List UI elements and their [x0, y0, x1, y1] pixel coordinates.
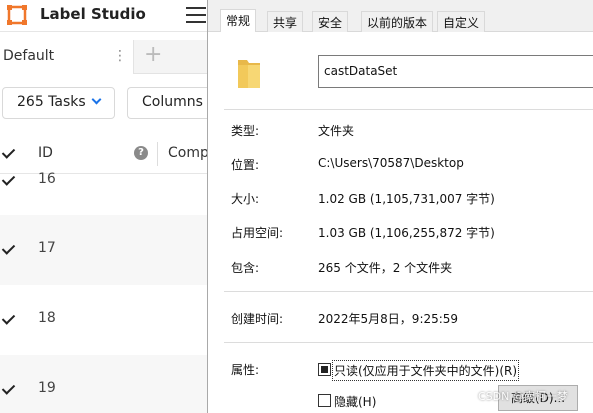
help-icon[interactable]: ?: [134, 146, 148, 160]
readonly-label[interactable]: 只读(仅应用于文件夹中的文件)(R): [331, 360, 520, 381]
disk-size-label: 占用空间:: [231, 226, 284, 240]
hidden-label[interactable]: 隐藏(H): [334, 393, 376, 410]
row-checkbox[interactable]: [1, 173, 15, 187]
dialog-tab-strip: 常规 共享 安全 以前的版本 自定义: [208, 0, 593, 32]
folder-icon: [238, 60, 260, 88]
tab-options-icon[interactable]: ⋮: [113, 48, 127, 64]
created-label: 创建时间:: [231, 312, 284, 326]
created-value: 2022年5月8日，9:25:59: [318, 312, 459, 326]
tab-sharing[interactable]: 共享: [267, 11, 304, 32]
contains-label: 包含:: [231, 261, 260, 275]
location-value: C:\Users\70587\Desktop: [318, 156, 464, 170]
size-label: 大小:: [231, 192, 260, 206]
divider: [224, 342, 593, 343]
row-id: 16: [38, 171, 56, 187]
columns-button[interactable]: Columns: [127, 87, 211, 119]
tab-general[interactable]: 常规: [220, 9, 257, 32]
row-id: 19: [38, 380, 56, 396]
tab-previous-versions[interactable]: 以前的版本: [361, 11, 434, 32]
columns-label: Columns: [142, 94, 203, 110]
app-title: Label Studio: [40, 5, 146, 23]
readonly-checkbox[interactable]: [318, 363, 331, 376]
row-checkbox[interactable]: [1, 382, 15, 396]
column-header-id[interactable]: ID: [38, 145, 53, 161]
hamburger-menu-icon[interactable]: [186, 7, 206, 23]
tab-customize[interactable]: 自定义: [437, 11, 486, 32]
label-studio-logo-icon: [7, 5, 27, 25]
row-checkbox[interactable]: [1, 312, 15, 326]
divider: [224, 291, 593, 292]
row-checkbox[interactable]: [1, 242, 15, 256]
watermark: CSDN @南柯一梦: [478, 390, 568, 403]
folder-properties-dialog: 常规 共享 安全 以前的版本 自定义 castDataSet 类型: 文件夹 位…: [207, 0, 593, 413]
contains-value: 265 个文件，2 个文件夹: [318, 261, 453, 275]
tab-default-label: Default: [3, 48, 55, 64]
size-value: 1.02 GB (1,105,731,007 字节): [318, 192, 495, 206]
location-label: 位置:: [231, 158, 260, 172]
add-tab-icon[interactable]: +: [144, 42, 162, 67]
tasks-dropdown-button[interactable]: 265 Tasks: [2, 87, 115, 119]
select-all-checkbox[interactable]: [1, 146, 15, 160]
folder-name-input[interactable]: castDataSet: [318, 55, 593, 88]
chevron-down-icon: [91, 94, 102, 105]
tab-default[interactable]: Default ⋮: [0, 40, 134, 74]
tasks-count-label: 265 Tasks: [17, 94, 86, 110]
disk-size-value: 1.03 GB (1,106,255,872 字节): [318, 226, 495, 240]
divider: [224, 109, 593, 110]
row-id: 17: [38, 240, 56, 256]
type-label: 类型:: [231, 124, 260, 138]
hidden-checkbox[interactable]: [318, 394, 331, 407]
attributes-label: 属性:: [231, 363, 260, 377]
tab-security[interactable]: 安全: [312, 11, 349, 32]
row-id: 18: [38, 310, 56, 326]
type-value: 文件夹: [318, 124, 355, 138]
